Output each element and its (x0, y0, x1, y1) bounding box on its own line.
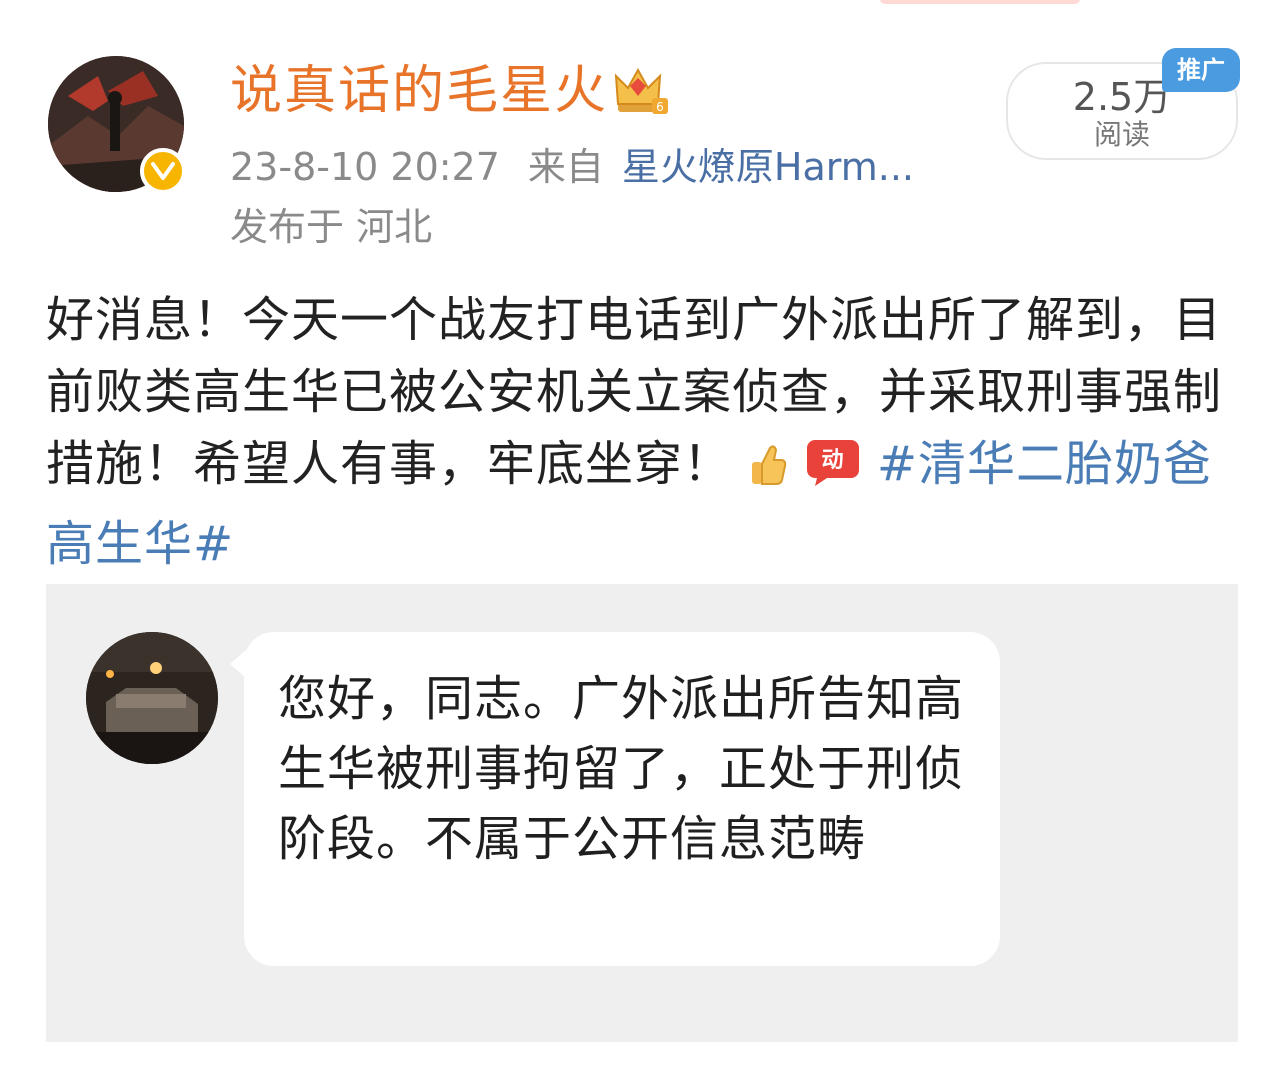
crown-icon: 6 (614, 67, 668, 114)
source-prefix: 来自 (527, 145, 604, 189)
chat-message-text: 您好，同志。广外派出所告知高生华被刑事拘留了，正处于刑侦阶段。不属于公开信息范畴 (278, 671, 965, 867)
excited-emoji-icon: 动 (805, 436, 861, 508)
post-body: 好消息！今天一个战友打电话到广外派出所了解到，目前败类高生华已被公安机关立案侦查… (46, 284, 1236, 580)
author-name[interactable]: 说真话的毛星火 (230, 58, 608, 124)
weibo-post-screenshot: 说真话的毛星火 6 23-8-10 20:27 来自 星火燎原Harm... 发布于… (0, 0, 1280, 1080)
verified-v-icon (140, 148, 186, 194)
svg-text:6: 6 (656, 100, 664, 114)
thumbs-up-icon (748, 436, 788, 508)
chat-avatar-image (86, 632, 218, 764)
post-location: 发布于 河北 (230, 205, 433, 249)
post-date: 23-8-10 20:27 (230, 145, 500, 189)
svg-text:动: 动 (821, 448, 844, 473)
read-label: 阅读 (1093, 118, 1150, 151)
chat-avatar (86, 632, 218, 764)
post-meta: 23-8-10 20:27 来自 星火燎原Harm... (230, 142, 914, 192)
source-link[interactable]: 星火燎原Harm... (622, 145, 914, 189)
top-accent-bar (880, 0, 1080, 4)
promo-badge[interactable]: 推广 (1162, 48, 1240, 92)
